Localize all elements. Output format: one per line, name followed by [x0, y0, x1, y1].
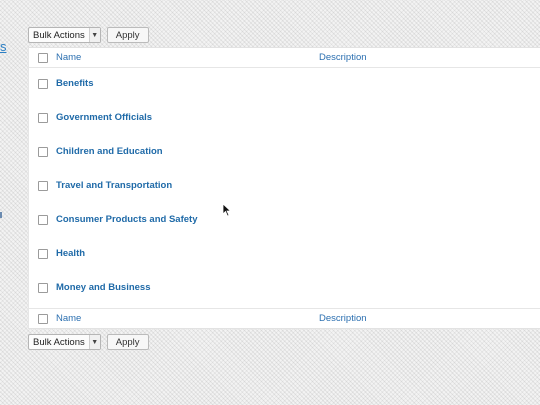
bulk-actions-bar-bottom: Bulk Actions ▼ Apply — [28, 334, 149, 350]
table-row: Money and Business — [29, 256, 540, 293]
apply-button-top[interactable]: Apply — [106, 27, 149, 43]
chevron-down-icon: ▼ — [88, 28, 100, 42]
sidebar-link-fragment[interactable]: s — [0, 39, 7, 54]
table-row: Travel and Transportation — [29, 154, 540, 191]
topics-table: Name Description Benefits Government Off… — [28, 47, 540, 329]
table-row: Consumer Products and Safety — [29, 188, 540, 225]
table-row: Children and Education — [29, 120, 540, 157]
bulk-actions-select-bottom[interactable]: Bulk Actions ▼ — [28, 334, 101, 350]
column-footer-description[interactable]: Description — [319, 313, 367, 324]
chevron-down-icon: ▼ — [88, 335, 100, 349]
row-checkbox[interactable] — [38, 283, 48, 293]
apply-button-bottom[interactable]: Apply — [106, 334, 149, 350]
select-all-checkbox-footer[interactable] — [38, 313, 48, 324]
bulk-actions-select-top[interactable]: Bulk Actions ▼ — [28, 27, 101, 43]
bulk-actions-bar-top: Bulk Actions ▼ Apply — [28, 27, 149, 43]
table-footer: Name Description — [29, 308, 540, 328]
mouse-pointer-icon — [222, 203, 232, 217]
table-row: Government Officials — [29, 86, 540, 123]
bulk-actions-select-value: Bulk Actions — [33, 29, 85, 41]
column-footer-name[interactable]: Name — [56, 313, 81, 324]
table-row: Benefits — [29, 52, 540, 89]
table-row: Health — [29, 222, 540, 259]
bulk-actions-select-value: Bulk Actions — [33, 336, 85, 348]
sidebar-edge-marker — [0, 212, 2, 218]
row-name-link[interactable]: Money and Business — [56, 282, 151, 293]
